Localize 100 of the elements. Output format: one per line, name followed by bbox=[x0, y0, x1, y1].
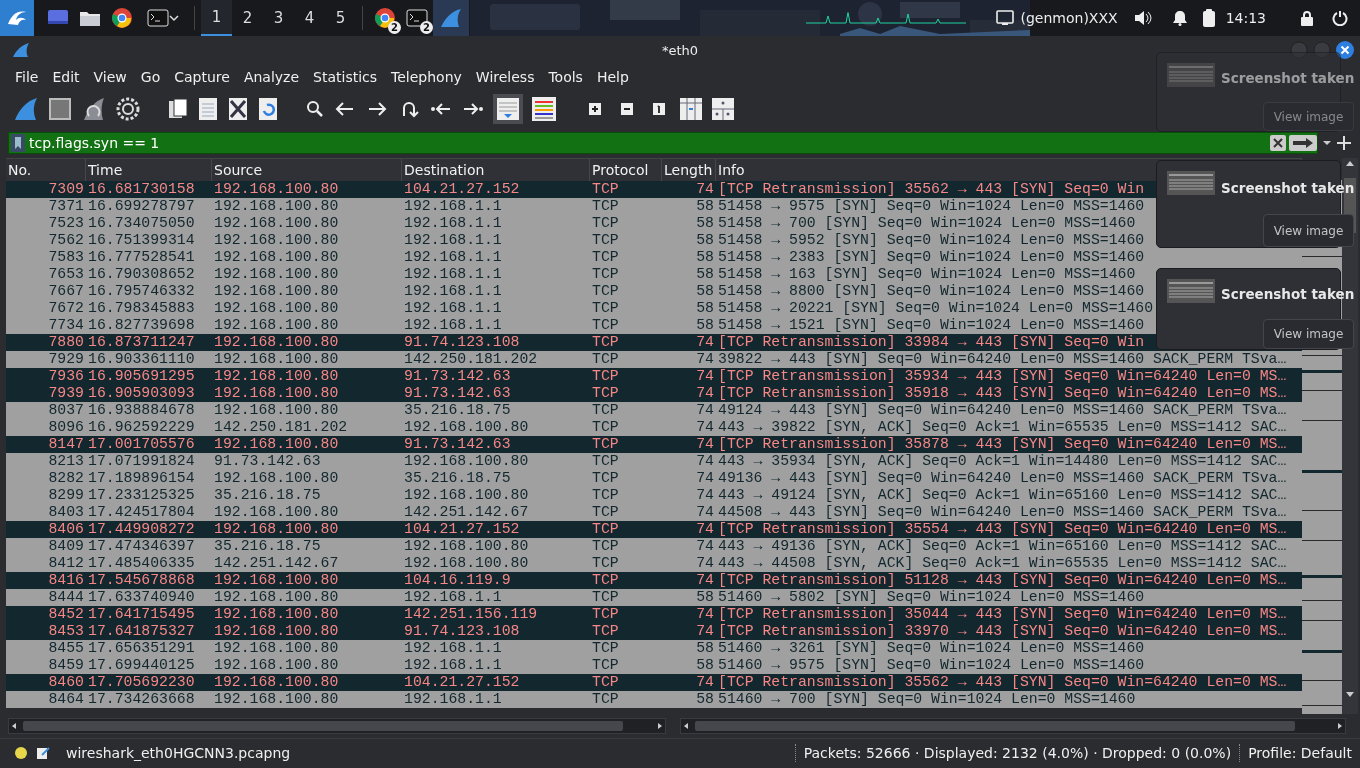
close-file-icon[interactable] bbox=[227, 97, 249, 121]
table-cell-text: TCP bbox=[591, 453, 619, 470]
stop-icon[interactable] bbox=[47, 96, 73, 122]
table-icon[interactable] bbox=[711, 97, 735, 121]
caret-icon[interactable] bbox=[1322, 139, 1332, 147]
wireshark-task[interactable] bbox=[433, 0, 469, 36]
table-cell-text: 8459 bbox=[47, 657, 85, 674]
table-cell-text: 7309 bbox=[47, 181, 85, 198]
table-cell-text: 104.21.27.152 bbox=[403, 674, 520, 691]
table-cell-text: 51460 → 9575 [SYN] Seq=0 Win=1024 Len=0 MSS=1460 bbox=[717, 657, 1145, 674]
menu-item[interactable]: Capture bbox=[167, 67, 237, 87]
clipboard-icon[interactable] bbox=[1201, 8, 1216, 28]
workspace-button[interactable]: 1 bbox=[201, 0, 232, 36]
menu-item[interactable]: Tools bbox=[541, 67, 590, 87]
table-cell-text: 8282 bbox=[47, 470, 85, 487]
table-cell-text: 91.73.142.63 bbox=[403, 368, 511, 385]
profile-label[interactable]: Profile: Default bbox=[1248, 745, 1352, 761]
workspace-button[interactable]: 4 bbox=[294, 0, 325, 36]
table-cell-text: 17.233125325 bbox=[87, 487, 195, 504]
kali-menu-button[interactable] bbox=[0, 0, 34, 36]
table-cell-text: 58 bbox=[695, 589, 715, 606]
table-cell-text: 8416 bbox=[47, 572, 85, 589]
reload-icon[interactable] bbox=[257, 97, 279, 121]
table-cell-text: 192.168.100.80 bbox=[213, 232, 339, 249]
table-cell-text: 17.699440125 bbox=[87, 657, 195, 674]
menu-item[interactable]: View bbox=[86, 67, 134, 87]
autoscroll-icon[interactable] bbox=[493, 94, 523, 124]
table-cell-text: 8096 bbox=[47, 419, 85, 436]
table-cell-text: 16.905903093 bbox=[87, 385, 195, 402]
table-cell-text: TCP bbox=[591, 317, 619, 334]
table-cell-text: TCP bbox=[591, 521, 619, 538]
table-cell-text: 58 bbox=[695, 249, 715, 266]
table-cell-text: [TCP Retransmission] 35554 → 443 [SYN] Seq=0 Win=64240 Len=0 MS… bbox=[717, 521, 1287, 538]
table-cell-text: 74 bbox=[695, 572, 715, 589]
plus-icon[interactable] bbox=[1336, 135, 1352, 151]
menu-item[interactable]: Statistics bbox=[306, 67, 385, 87]
lock-icon[interactable] bbox=[1300, 10, 1314, 26]
table-cell-text: 8403 bbox=[47, 504, 85, 521]
status-dot-icon[interactable] bbox=[14, 746, 28, 760]
table-cell-text: 51458 → 5952 [SYN] Seq=0 Win=1024 Len=0 MSS=1460 bbox=[717, 232, 1145, 249]
open-file-icon[interactable] bbox=[167, 97, 189, 121]
table-cell-text: 192.168.100.80 bbox=[213, 385, 339, 402]
workspace-button[interactable]: 5 bbox=[325, 0, 356, 36]
table-cell-text: 192.168.100.80 bbox=[213, 368, 339, 385]
shark-fin-icon[interactable] bbox=[13, 96, 39, 122]
volume-icon[interactable] bbox=[1133, 10, 1152, 26]
workspace-button[interactable]: 2 bbox=[232, 0, 263, 36]
table-cell-text: 16.795746332 bbox=[87, 283, 195, 300]
table-cell-text: TCP bbox=[591, 249, 619, 266]
display-icon bbox=[996, 10, 1015, 26]
comment-icon[interactable] bbox=[36, 746, 50, 760]
horizontal-scrollbar[interactable] bbox=[680, 718, 1346, 734]
view-image-button[interactable]: View image bbox=[1262, 102, 1355, 131]
table-cell-text: 192.168.100.80 bbox=[213, 674, 339, 691]
bookmark-icon[interactable] bbox=[11, 134, 25, 152]
menu-item[interactable]: Go bbox=[133, 67, 168, 87]
table-cell-text: 91.73.142.63 bbox=[213, 453, 321, 470]
table-cell-text: 17.734263668 bbox=[87, 691, 195, 708]
menu-item[interactable]: Telephony bbox=[384, 67, 469, 87]
menu-item[interactable]: Edit bbox=[45, 67, 87, 87]
power-icon[interactable] bbox=[1332, 10, 1348, 26]
horizontal-scrollbar[interactable] bbox=[8, 718, 666, 734]
menu-item[interactable]: Help bbox=[589, 67, 636, 87]
table-cell-text: 8299 bbox=[47, 487, 85, 504]
table-cell-text: 74 bbox=[695, 402, 715, 419]
view-image-button[interactable]: View image bbox=[1262, 319, 1355, 349]
bell-icon[interactable] bbox=[1171, 10, 1188, 26]
fin-icon bbox=[12, 42, 30, 58]
document-icon[interactable] bbox=[197, 97, 219, 121]
table-cell-text: TCP bbox=[591, 691, 619, 708]
table-cell-text: 192.168.1.1 bbox=[403, 691, 502, 708]
search-icon[interactable] bbox=[305, 99, 325, 119]
table-cell-text: 192.168.1.1 bbox=[403, 283, 502, 300]
table-cell-text: 8460 bbox=[47, 674, 85, 691]
table-cell-text: 17.001705576 bbox=[87, 436, 195, 453]
menu-item[interactable]: File bbox=[8, 67, 46, 87]
clear-icon[interactable] bbox=[1270, 135, 1286, 151]
colorize-icon[interactable] bbox=[531, 96, 557, 122]
browser-task[interactable]: 2 bbox=[369, 0, 401, 36]
gear-icon[interactable] bbox=[115, 96, 141, 122]
view-image-button[interactable]: View image bbox=[1262, 214, 1355, 247]
table-cell-text: 192.168.100.80 bbox=[213, 521, 339, 538]
table-cell-text: 91.73.142.63 bbox=[403, 436, 511, 453]
table-cell-text: 49124 → 443 [SYN] Seq=0 Win=64240 Len=0 MSS=1460 SACK_PERM TSva… bbox=[717, 402, 1287, 419]
menu-item[interactable]: Wireless bbox=[468, 67, 542, 87]
table-cell-text: 39822 → 443 [SYN] Seq=0 Win=64240 Len=0 MSS=1460 SACK_PERM TSva… bbox=[717, 351, 1287, 368]
table-cell-text: [TCP Retransmission] 35878 → 443 [SYN] Seq=0 Win=64240 Len=0 MS… bbox=[717, 436, 1287, 453]
table-cell-text: 16.751399314 bbox=[87, 232, 195, 249]
close-icon[interactable] bbox=[1336, 41, 1354, 59]
table-cell-text: 74 bbox=[695, 181, 715, 198]
workspace-button[interactable]: 3 bbox=[263, 0, 294, 36]
table-cell-text: 7667 bbox=[47, 283, 85, 300]
table-cell-text: 16.827739698 bbox=[87, 317, 195, 334]
clock[interactable]: 14:13 bbox=[1219, 10, 1272, 26]
menu-item[interactable]: Analyze bbox=[236, 67, 307, 87]
resize-columns-icon[interactable] bbox=[679, 97, 703, 121]
fin-icon bbox=[439, 7, 463, 29]
table-cell-text: TCP bbox=[591, 623, 619, 640]
terminal-task[interactable]: 2 bbox=[401, 0, 433, 36]
table-cell-text: TCP bbox=[591, 419, 619, 436]
